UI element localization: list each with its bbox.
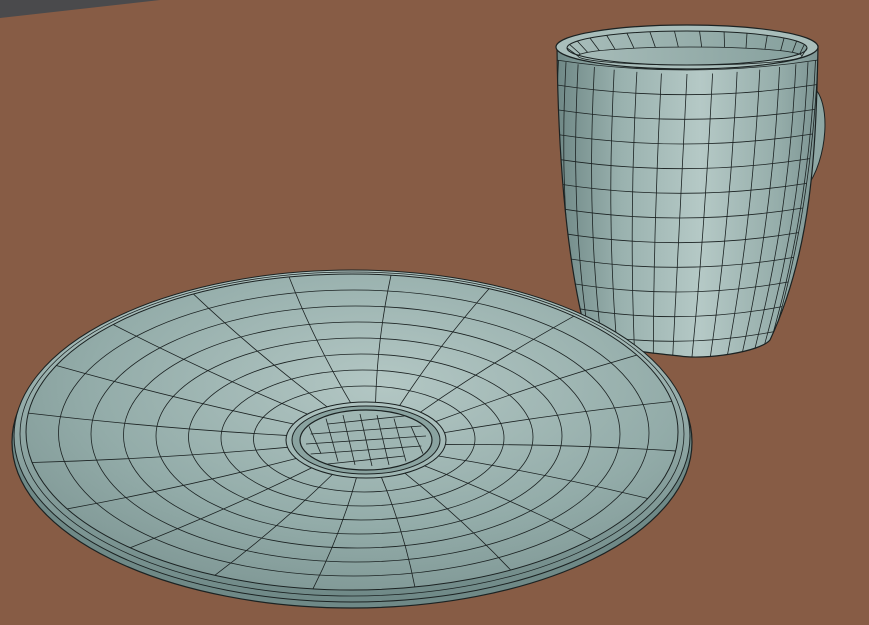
mug-inner [566, 30, 808, 66]
saucer[interactable] [11, 269, 693, 609]
3d-viewport[interactable] [0, 0, 869, 625]
mug-inner-line [723, 31, 726, 48]
